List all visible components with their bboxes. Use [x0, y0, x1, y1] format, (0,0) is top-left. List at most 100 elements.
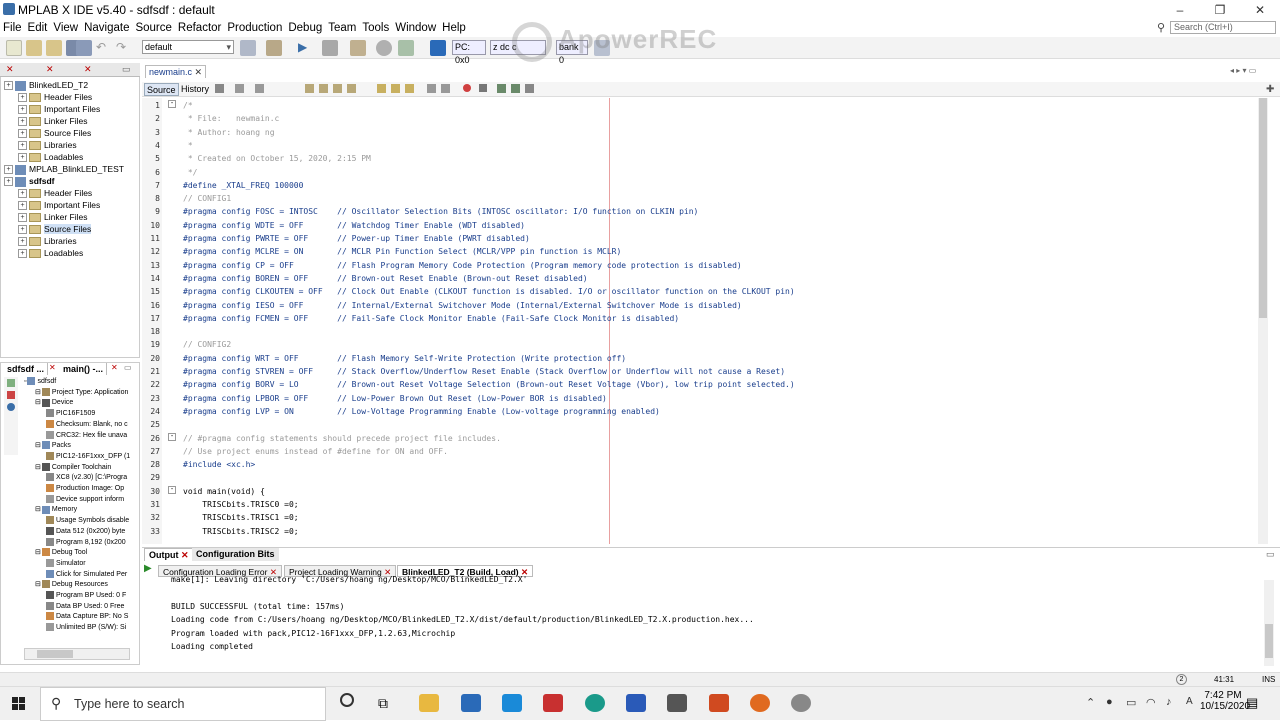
expand-icon[interactable]: +	[18, 225, 27, 235]
expand-icon[interactable]: +	[18, 141, 27, 151]
clock[interactable]: 7:42 PM 10/15/2020	[1200, 690, 1250, 712]
find-prev-icon[interactable]	[305, 84, 314, 93]
shift-left-icon[interactable]	[427, 84, 436, 93]
expand-icon[interactable]: +	[18, 129, 27, 139]
folder-node[interactable]: + Source Files	[18, 224, 92, 235]
folder-node[interactable]: + Important Files	[18, 200, 100, 211]
next-bookmark-icon[interactable]	[391, 84, 400, 93]
folder-node[interactable]: + Header Files	[18, 188, 92, 199]
undo-icon[interactable]: ↶	[96, 40, 112, 56]
collapse-icon[interactable]: ⊟	[35, 464, 41, 471]
mail-icon[interactable]	[461, 694, 481, 712]
close-button[interactable]: ✕	[1240, 0, 1280, 20]
code-line[interactable]: #pragma config WDTE = OFF // Watchdog Ti…	[183, 221, 525, 230]
close-icon[interactable]: ✕	[46, 64, 54, 75]
tab-navigation-icons[interactable]: ◂ ▸ ▾ ▭	[1230, 66, 1256, 75]
menu-tools[interactable]: Tools	[359, 20, 392, 36]
expand-icon[interactable]: +	[18, 105, 27, 115]
folder-node[interactable]: + Linker Files	[18, 212, 87, 223]
code-line[interactable]: // #pragma config statements should prec…	[183, 434, 501, 443]
open-project-icon[interactable]	[46, 40, 62, 56]
battery-icon[interactable]: ▭	[1126, 696, 1136, 709]
folder-node[interactable]: + Header Files	[18, 92, 92, 103]
collapse-icon[interactable]: ⊟	[35, 581, 41, 588]
file-explorer-icon[interactable]	[419, 694, 439, 712]
powerpoint-icon[interactable]	[709, 694, 729, 712]
folder-node[interactable]: + Linker Files	[18, 116, 87, 127]
dashboard-item[interactable]: ⊟ Compiler Toolchain	[35, 462, 111, 471]
editor-scroll-thumb[interactable]	[1259, 98, 1267, 318]
edge-icon[interactable]	[585, 694, 605, 712]
hold-reset-icon[interactable]	[376, 40, 392, 56]
expand-icon[interactable]: +	[18, 201, 27, 211]
fold-toggle-icon[interactable]: -	[168, 432, 176, 441]
history-button[interactable]: History	[179, 83, 211, 96]
new-project-icon[interactable]	[26, 40, 42, 56]
folder-node[interactable]: + Loadables	[18, 152, 83, 163]
code-line[interactable]: * File: newmain.c	[183, 114, 280, 123]
code-line[interactable]: // Use project enums instead of #define …	[183, 447, 448, 456]
collapse-icon[interactable]: ⊟	[35, 389, 41, 396]
code-line[interactable]: #pragma config LPBOR = OFF // Low-Power …	[183, 394, 607, 403]
toggle-highlight-icon[interactable]	[347, 84, 356, 93]
pdf-icon[interactable]	[7, 391, 15, 400]
apowerrec-icon[interactable]	[791, 694, 811, 712]
expand-icon[interactable]: +	[18, 189, 27, 199]
fold-toggle-icon[interactable]: -	[168, 100, 176, 108]
debug-icon[interactable]	[398, 40, 414, 56]
refresh-icon[interactable]	[7, 379, 15, 388]
collapse-icon[interactable]: ⊟	[35, 442, 41, 449]
collapse-icon[interactable]: ⊟	[35, 399, 41, 406]
mcafee-icon[interactable]	[543, 694, 563, 712]
code-line[interactable]: #pragma config STVREN = OFF // Stack Ove…	[183, 367, 785, 376]
menu-refactor[interactable]: Refactor	[175, 20, 224, 36]
find-next-icon[interactable]	[319, 84, 328, 93]
expand-icon[interactable]: +	[18, 249, 27, 259]
code-line[interactable]: /*	[183, 101, 193, 110]
minimize-panel-icon[interactable]: ▭	[122, 64, 131, 75]
collapse-icon[interactable]: ⊟	[35, 549, 41, 556]
rerun-icon[interactable]: ▶	[144, 563, 154, 574]
collapse-icon[interactable]: ▫	[24, 378, 26, 385]
toggle-bookmark-icon[interactable]	[405, 84, 414, 93]
menu-source[interactable]: Source	[132, 20, 174, 36]
read-device-icon[interactable]	[350, 40, 366, 56]
code-line[interactable]: #pragma config FCMEN = OFF // Fail-Safe …	[183, 314, 679, 323]
run-icon[interactable]: ▶	[298, 40, 314, 56]
build-icon[interactable]	[240, 40, 256, 56]
mic-icon[interactable]: ●	[1106, 696, 1113, 708]
volume-icon[interactable]: ♪	[1166, 696, 1172, 708]
output-scrollbar[interactable]	[1264, 580, 1274, 666]
code-line[interactable]: #pragma config FOSC = INTOSC // Oscillat…	[183, 207, 698, 216]
code-line[interactable]: // CONFIG2	[183, 340, 231, 349]
project-node[interactable]: + sdfsdf	[4, 176, 55, 187]
expand-icon[interactable]: ✚	[1266, 84, 1274, 95]
code-line[interactable]: */	[183, 168, 198, 177]
uncomment-icon[interactable]	[511, 84, 520, 93]
project-node[interactable]: + BlinkedLED_T2	[4, 80, 88, 91]
fold-toggle-icon[interactable]: -	[168, 485, 176, 494]
code-line[interactable]: *	[183, 141, 193, 150]
dashboard-item[interactable]: ⊟ Device	[35, 398, 73, 407]
task-view-icon[interactable]: ⧉	[378, 695, 388, 712]
notification-badge[interactable]: 2	[1176, 674, 1187, 685]
expand-icon[interactable]: +	[18, 237, 27, 247]
folder-node[interactable]: + Source Files	[18, 128, 91, 139]
close-icon[interactable]: ✕	[181, 550, 189, 560]
expand-icon[interactable]: +	[4, 177, 13, 187]
notifications-icon[interactable]: ▤	[1246, 695, 1258, 711]
windows-start-icon[interactable]	[12, 697, 26, 711]
tray-chevron-icon[interactable]: ⌃	[1086, 696, 1095, 709]
folder-node[interactable]: + Important Files	[18, 104, 100, 115]
close-icon[interactable]: ✕	[84, 64, 92, 75]
find-selection-icon[interactable]	[333, 84, 342, 93]
clean-build-icon[interactable]	[266, 40, 282, 56]
code-line[interactable]: TRISCbits.TRISC0 =0;	[183, 500, 298, 509]
new-file-icon[interactable]	[6, 40, 22, 56]
expand-icon[interactable]: +	[18, 153, 27, 163]
code-line[interactable]: TRISCbits.TRISC1 =0;	[183, 513, 298, 522]
language-icon[interactable]: A	[1186, 696, 1193, 707]
tab-output[interactable]: Output ✕	[144, 548, 194, 561]
restore-button[interactable]: ❐	[1200, 0, 1240, 20]
l-app-icon[interactable]	[502, 694, 522, 712]
